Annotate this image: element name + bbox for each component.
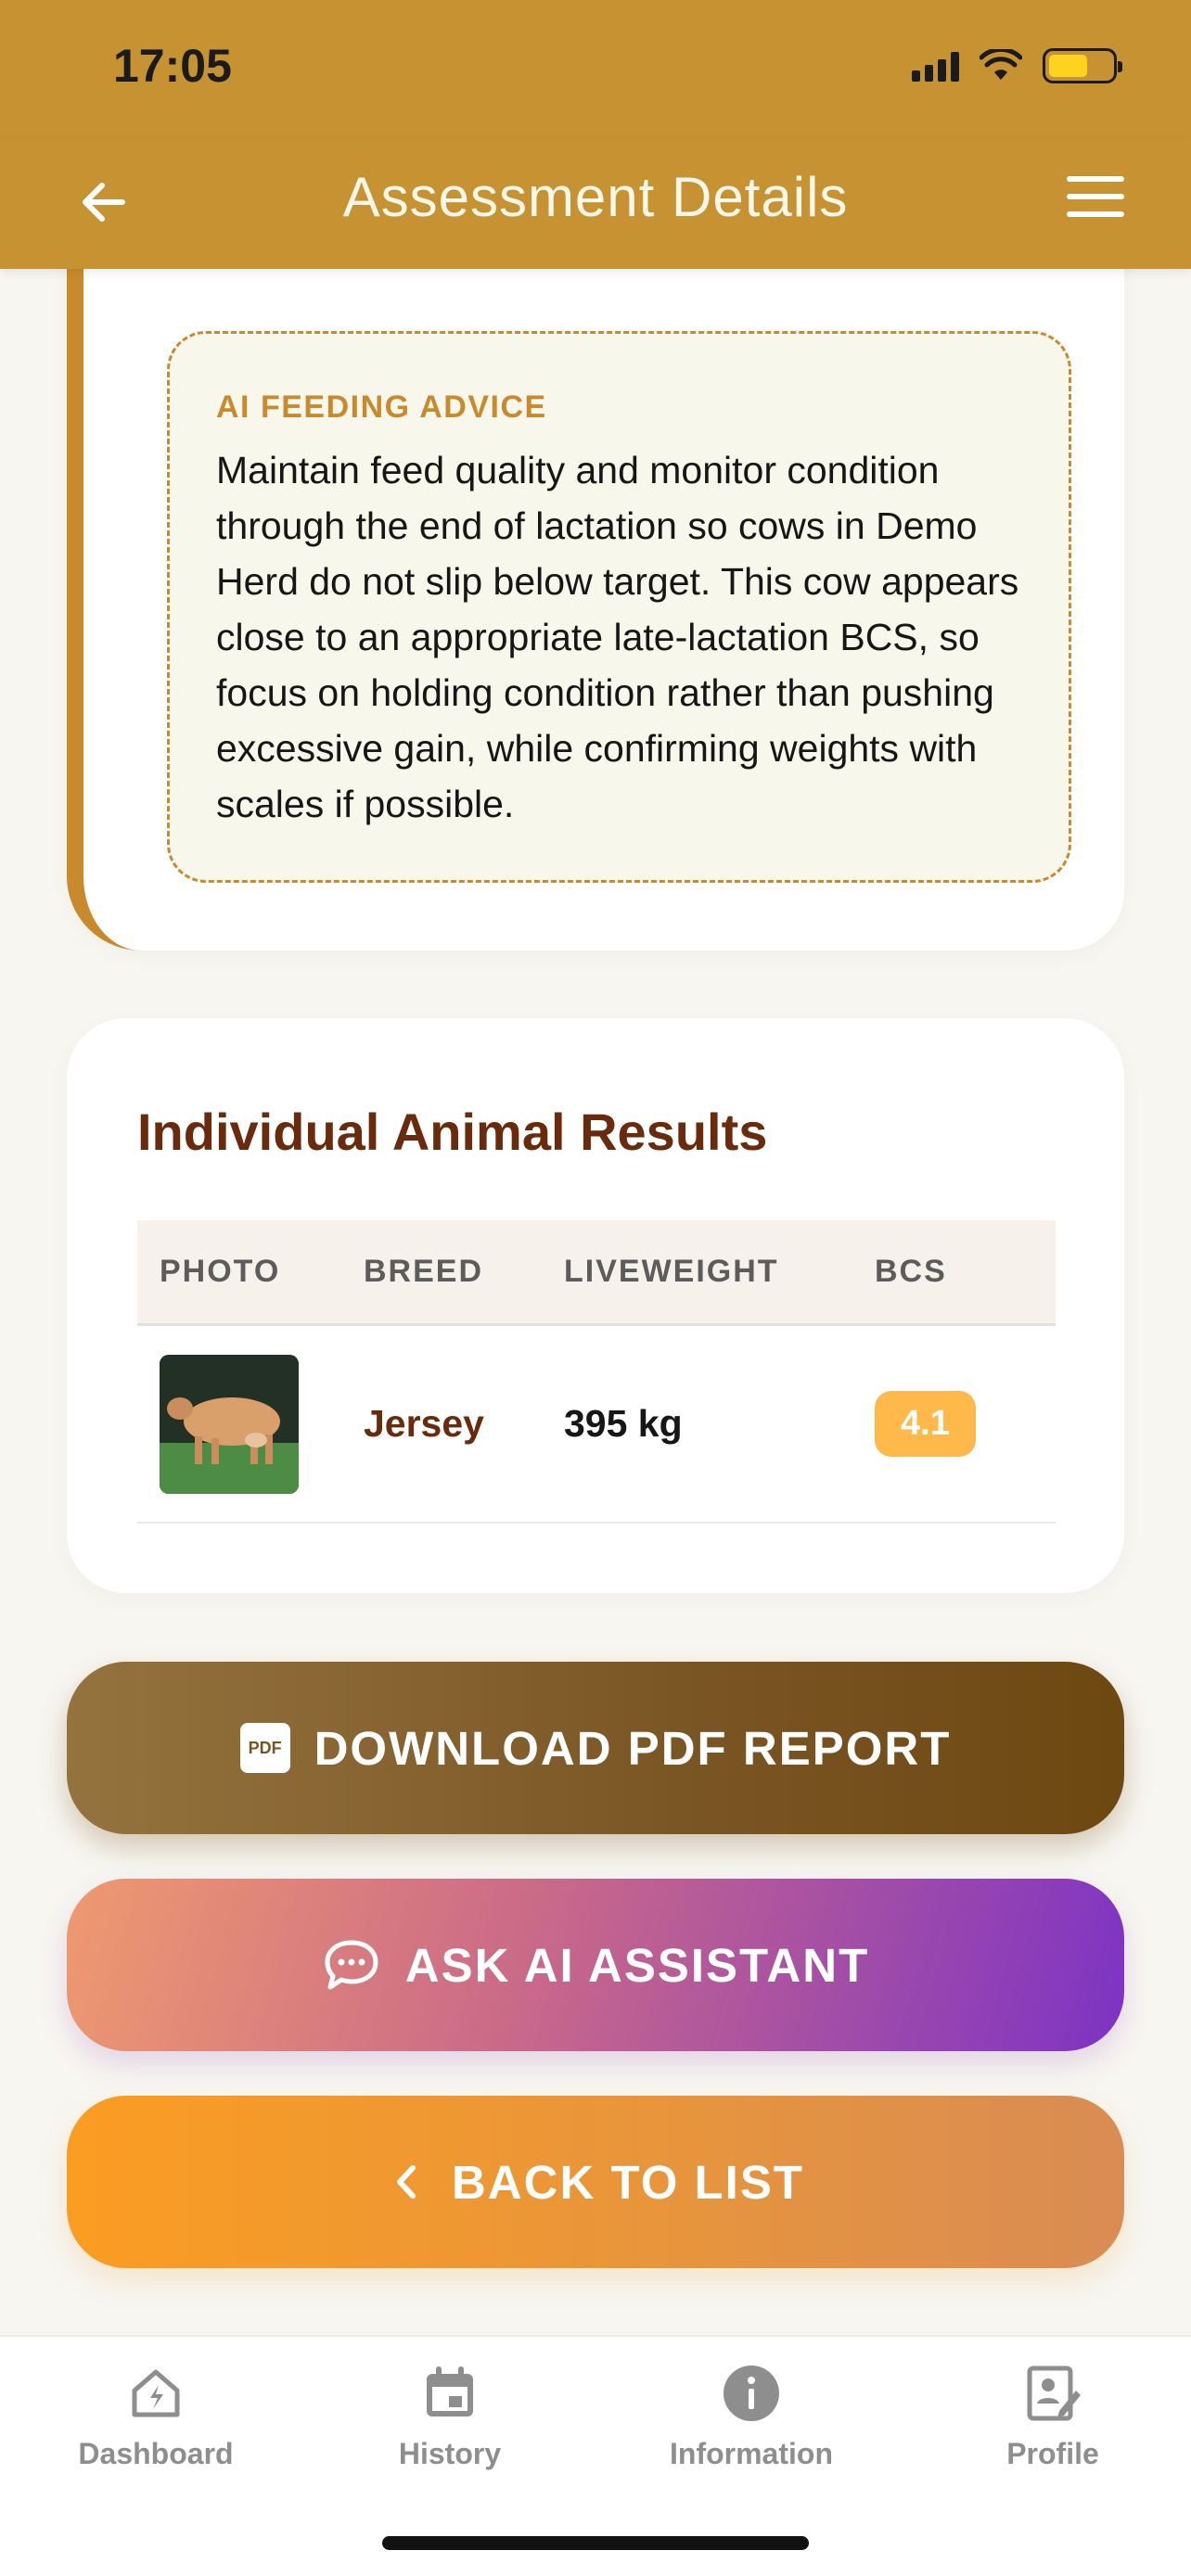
breed-cell: Jersey bbox=[364, 1402, 484, 1445]
ai-feeding-advice-box: AI FEEDING ADVICE Maintain feed quality … bbox=[167, 331, 1071, 883]
pdf-icon: PDF bbox=[239, 1723, 290, 1773]
status-icons bbox=[912, 48, 1122, 83]
tab-dashboard[interactable]: Dashboard bbox=[17, 2363, 295, 2471]
table-header: PHOTO BREED LIVEWEIGHT BCS bbox=[137, 1220, 1056, 1326]
column-header-bcs: BCS bbox=[875, 1254, 947, 1289]
results-title: Individual Animal Results bbox=[137, 1103, 768, 1161]
tab-dashboard-label: Dashboard bbox=[78, 2437, 234, 2470]
chat-bubble-icon bbox=[325, 1940, 378, 1990]
home-indicator[interactable] bbox=[382, 2536, 809, 2550]
ai-advice-text: Maintain feed quality and monitor condit… bbox=[216, 449, 1019, 825]
menu-icon[interactable] bbox=[1067, 176, 1124, 228]
ask-ai-assistant-button[interactable]: ASK AI ASSISTANT bbox=[67, 1879, 1124, 2051]
tab-history[interactable]: History bbox=[311, 2363, 589, 2471]
tab-profile-label: Profile bbox=[1006, 2437, 1099, 2470]
individual-results-card: Individual Animal Results PHOTO BREED LI… bbox=[67, 1018, 1124, 1593]
back-to-list-button[interactable]: BACK TO LIST bbox=[67, 2096, 1124, 2268]
column-header-breed: BREED bbox=[364, 1254, 484, 1289]
wifi-icon bbox=[980, 49, 1022, 80]
back-to-list-label: BACK TO LIST bbox=[451, 2155, 805, 2209]
assessment-summary-card: AI FEEDING ADVICE Maintain feed quality … bbox=[67, 167, 1124, 950]
tab-information[interactable]: Information bbox=[612, 2363, 890, 2471]
liveweight-cell: 395 kg bbox=[564, 1402, 683, 1445]
status-time: 17:05 bbox=[113, 40, 232, 92]
tab-history-label: History bbox=[398, 2437, 502, 2470]
ai-advice-title: AI FEEDING ADVICE bbox=[216, 389, 547, 425]
bcs-badge: 4.1 bbox=[875, 1391, 976, 1457]
column-header-photo: PHOTO bbox=[160, 1254, 281, 1289]
results-table: PHOTO BREED LIVEWEIGHT BCS Jersey 395 kg… bbox=[137, 1220, 1056, 1524]
battery-icon bbox=[1043, 48, 1122, 83]
download-pdf-label: DOWNLOAD PDF REPORT bbox=[314, 1721, 952, 1775]
signal-icon bbox=[912, 50, 959, 82]
info-icon bbox=[724, 2366, 779, 2421]
profile-edit-icon bbox=[1027, 2366, 1081, 2421]
status-bar: 17:05 bbox=[0, 0, 1191, 139]
column-header-liveweight: LIVEWEIGHT bbox=[564, 1254, 779, 1289]
tab-information-label: Information bbox=[670, 2437, 833, 2470]
download-pdf-button[interactable]: PDF DOWNLOAD PDF REPORT bbox=[67, 1662, 1124, 1834]
cow-photo[interactable] bbox=[160, 1354, 299, 1494]
chevron-left-icon bbox=[396, 2165, 416, 2199]
table-row[interactable]: Jersey 395 kg 4.1 bbox=[137, 1326, 1056, 1524]
tab-profile[interactable]: Profile bbox=[914, 2363, 1191, 2471]
page-title: Assessment Details bbox=[342, 166, 849, 228]
home-icon bbox=[132, 2369, 180, 2417]
nav-header: Assessment Details bbox=[0, 139, 1191, 269]
ask-ai-label: ASK AI ASSISTANT bbox=[404, 1938, 870, 1992]
calendar-icon bbox=[427, 2366, 473, 2417]
